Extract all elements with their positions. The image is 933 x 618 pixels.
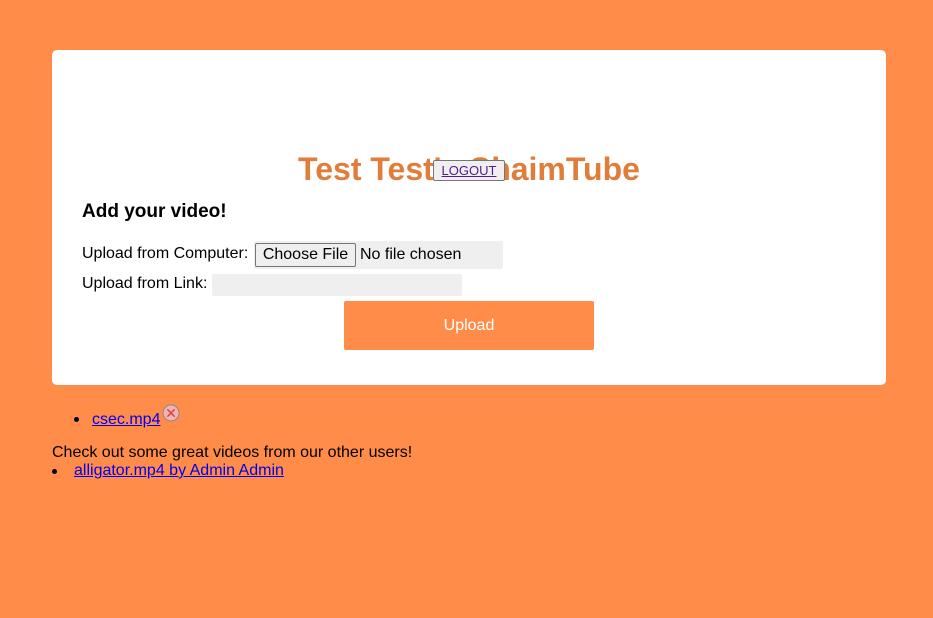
upload-link-input[interactable] [212,274,462,296]
bullet-icon [74,417,79,422]
add-video-heading: Add your video! [82,201,227,222]
close-circle-icon[interactable] [162,404,180,422]
file-status-text: No file chosen [360,246,462,263]
bullet-icon [52,469,57,474]
upload-link-label: Upload from Link: [82,275,208,292]
logout-button[interactable]: LOGOUT [433,160,505,181]
other-users-heading: Check out some great videos from our oth… [52,444,413,461]
my-video-link[interactable]: csec.mp4 [92,410,160,430]
upload-card: Test Test's ChaimTube LOGOUT Add your vi… [52,50,886,385]
upload-button[interactable]: Upload [344,301,594,350]
file-input[interactable]: Choose File No file chosen [254,241,503,269]
choose-file-button[interactable]: Choose File [255,243,356,267]
upload-computer-label: Upload from Computer: [82,245,249,262]
other-video-link[interactable]: alligator.mp4 by Admin Admin [74,461,284,481]
